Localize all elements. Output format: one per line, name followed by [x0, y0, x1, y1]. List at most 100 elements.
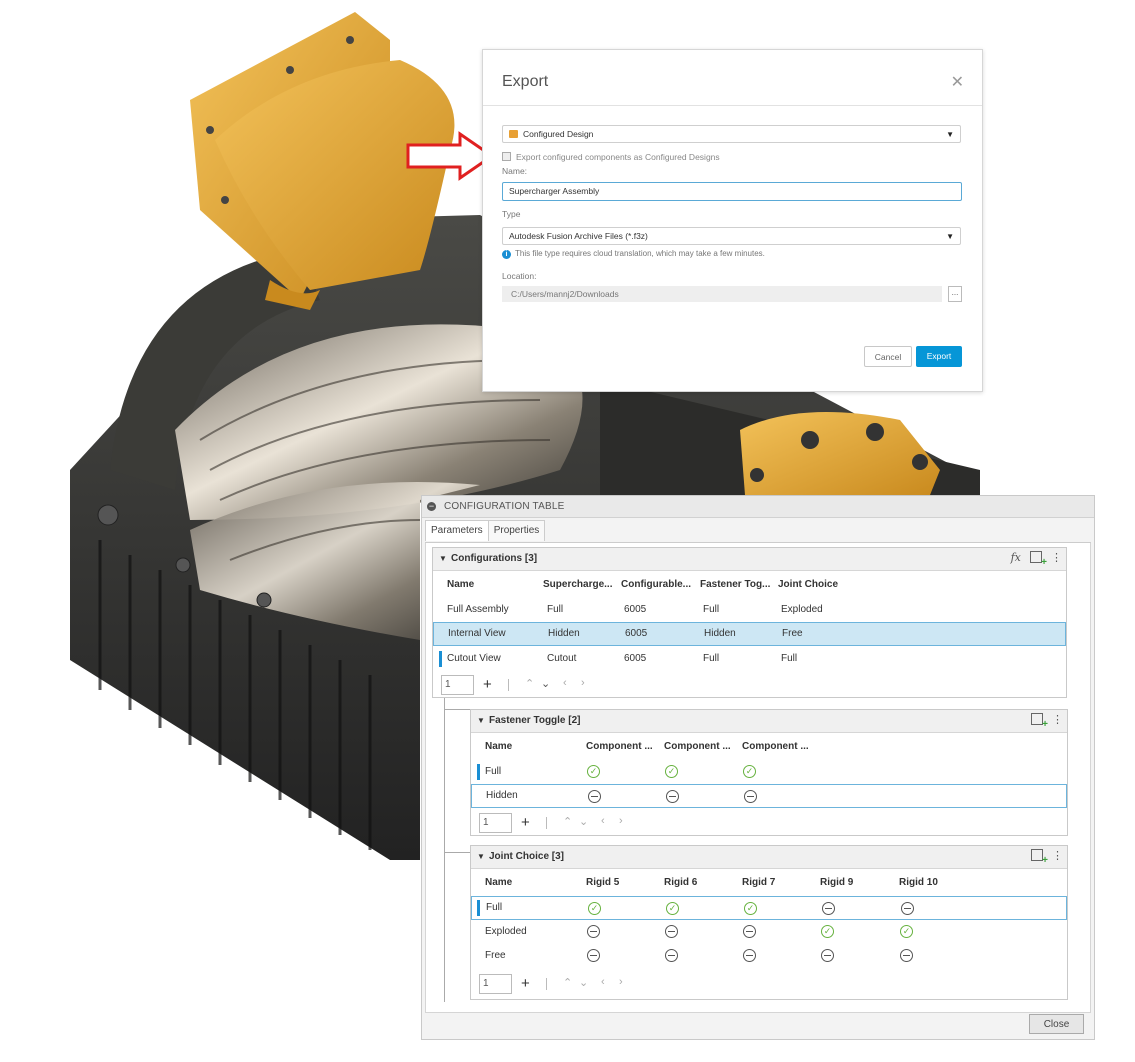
state-cell[interactable] — [821, 949, 834, 965]
formula-icon[interactable]: fx — [1011, 551, 1021, 564]
state-cell[interactable]: ✓ — [665, 765, 678, 778]
more-icon[interactable]: ⋮ — [1052, 850, 1063, 862]
export-configured-checkbox-row[interactable]: Export configured components as Configur… — [502, 152, 720, 162]
column-header[interactable]: Component ... — [586, 741, 653, 752]
collapse-icon[interactable]: ▼ — [477, 852, 485, 861]
move-down-icon[interactable]: ⌄ — [579, 815, 588, 828]
column-header[interactable]: Rigid 9 — [820, 877, 853, 888]
state-cell[interactable] — [743, 949, 756, 965]
table-row[interactable]: Exploded ✓ ✓ — [471, 920, 1067, 944]
table-row-selected[interactable]: Internal View Hidden 6005 Hidden Free — [433, 622, 1066, 646]
format-select[interactable]: Configured Design ▼ — [502, 125, 961, 143]
state-cell[interactable] — [743, 925, 756, 941]
column-header[interactable]: Name — [485, 741, 512, 752]
location-field[interactable]: C:/Users/mannj2/Downloads — [502, 286, 942, 302]
state-cell[interactable] — [587, 949, 600, 965]
state-cell[interactable]: ✓ — [900, 925, 913, 938]
table-cell[interactable]: 6005 — [624, 604, 646, 615]
state-cell[interactable] — [587, 925, 600, 941]
indent-left-icon[interactable]: ‹ — [601, 976, 605, 988]
type-select[interactable]: Autodesk Fusion Archive Files (*.f3z) ▼ — [502, 227, 961, 245]
indent-left-icon[interactable]: ‹ — [563, 677, 567, 689]
state-cell[interactable] — [822, 902, 835, 918]
table-cell[interactable]: Full — [547, 604, 563, 615]
add-column-icon[interactable] — [1030, 849, 1048, 866]
column-header[interactable]: Rigid 10 — [899, 877, 938, 888]
column-header[interactable]: Supercharge... — [543, 579, 612, 590]
add-row-icon[interactable]: + — [521, 814, 530, 831]
more-icon[interactable]: ⋮ — [1052, 714, 1063, 726]
collapse-icon[interactable]: ▼ — [477, 716, 485, 725]
table-row[interactable]: Hidden — [471, 784, 1067, 808]
row-count-input[interactable]: 1 — [479, 974, 512, 994]
add-row-icon[interactable]: + — [483, 676, 492, 693]
move-down-icon[interactable]: ⌄ — [541, 677, 550, 690]
table-cell[interactable]: Full — [703, 653, 719, 664]
table-row[interactable]: Cutout View Cutout 6005 Full Full — [433, 647, 1066, 671]
more-icon[interactable]: ⋮ — [1051, 552, 1062, 564]
close-button[interactable]: Close — [1029, 1014, 1084, 1034]
add-column-icon[interactable] — [1029, 551, 1047, 568]
name-field[interactable]: Supercharger Assembly — [502, 182, 962, 201]
table-row[interactable]: Full ✓ ✓ ✓ — [471, 896, 1067, 920]
move-up-icon[interactable]: ⌃ — [525, 677, 534, 690]
state-cell[interactable]: ✓ — [744, 902, 757, 915]
state-cell[interactable] — [588, 790, 601, 806]
export-button[interactable]: Export — [916, 346, 962, 367]
column-header[interactable]: Name — [447, 579, 474, 590]
table-cell[interactable]: Hidden — [704, 628, 736, 639]
column-header[interactable]: Rigid 5 — [586, 877, 619, 888]
state-cell[interactable]: ✓ — [588, 902, 601, 915]
row-count-input[interactable]: 1 — [441, 675, 474, 695]
indent-right-icon[interactable]: › — [619, 815, 623, 827]
table-cell[interactable]: Full — [703, 604, 719, 615]
state-cell[interactable]: ✓ — [666, 902, 679, 915]
state-cell[interactable] — [900, 949, 913, 965]
move-down-icon[interactable]: ⌄ — [579, 976, 588, 989]
indent-left-icon[interactable]: ‹ — [601, 815, 605, 827]
table-cell[interactable]: Hidden — [548, 628, 580, 639]
collapse-panel-icon[interactable]: − — [427, 502, 436, 511]
state-cell[interactable] — [901, 902, 914, 918]
state-cell[interactable] — [665, 949, 678, 965]
column-header[interactable]: Rigid 6 — [664, 877, 697, 888]
browse-button[interactable]: ... — [948, 286, 962, 302]
indent-right-icon[interactable]: › — [619, 976, 623, 988]
table-row[interactable]: Full ✓ ✓ ✓ — [471, 760, 1067, 784]
state-cell[interactable]: ✓ — [743, 765, 756, 778]
table-cell[interactable]: Full — [781, 653, 797, 664]
close-icon[interactable]: ✕ — [951, 72, 964, 92]
add-row-icon[interactable]: + — [521, 975, 530, 992]
column-header[interactable]: Component ... — [664, 741, 731, 752]
column-header[interactable]: Rigid 7 — [742, 877, 775, 888]
column-header[interactable]: Component ... — [742, 741, 809, 752]
column-header[interactable]: Configurable... — [621, 579, 691, 590]
row-count-input[interactable]: 1 — [479, 813, 512, 833]
tab-parameters[interactable]: Parameters — [425, 520, 489, 541]
collapse-icon[interactable]: ▼ — [439, 554, 447, 563]
tab-properties[interactable]: Properties — [487, 520, 546, 541]
row-name: Hidden — [486, 790, 518, 801]
table-cell[interactable]: 6005 — [625, 628, 647, 639]
state-cell[interactable] — [744, 790, 757, 806]
column-header[interactable]: Name — [485, 877, 512, 888]
table-row[interactable]: Free — [471, 944, 1067, 968]
table-cell[interactable]: Cutout — [547, 653, 576, 664]
state-cell[interactable] — [666, 790, 679, 806]
table-cell[interactable]: Free — [782, 628, 803, 639]
table-cell[interactable]: 6005 — [624, 653, 646, 664]
move-up-icon[interactable]: ⌃ — [563, 976, 572, 989]
column-header[interactable]: Fastener Tog... — [700, 579, 770, 590]
joint-choice-section: ▼ Joint Choice [3] ⋮ Name Rigid 5 Rigid … — [470, 845, 1068, 1000]
table-cell[interactable]: Exploded — [781, 604, 823, 615]
state-cell[interactable]: ✓ — [587, 765, 600, 778]
move-up-icon[interactable]: ⌃ — [563, 815, 572, 828]
export-configured-checkbox[interactable] — [502, 152, 511, 161]
column-header[interactable]: Joint Choice — [778, 579, 838, 590]
state-cell[interactable] — [665, 925, 678, 941]
table-row[interactable]: Full Assembly Full 6005 Full Exploded — [433, 598, 1066, 622]
state-cell[interactable]: ✓ — [821, 925, 834, 938]
cancel-button[interactable]: Cancel — [864, 346, 912, 367]
indent-right-icon[interactable]: › — [581, 677, 585, 689]
add-column-icon[interactable] — [1030, 713, 1048, 730]
